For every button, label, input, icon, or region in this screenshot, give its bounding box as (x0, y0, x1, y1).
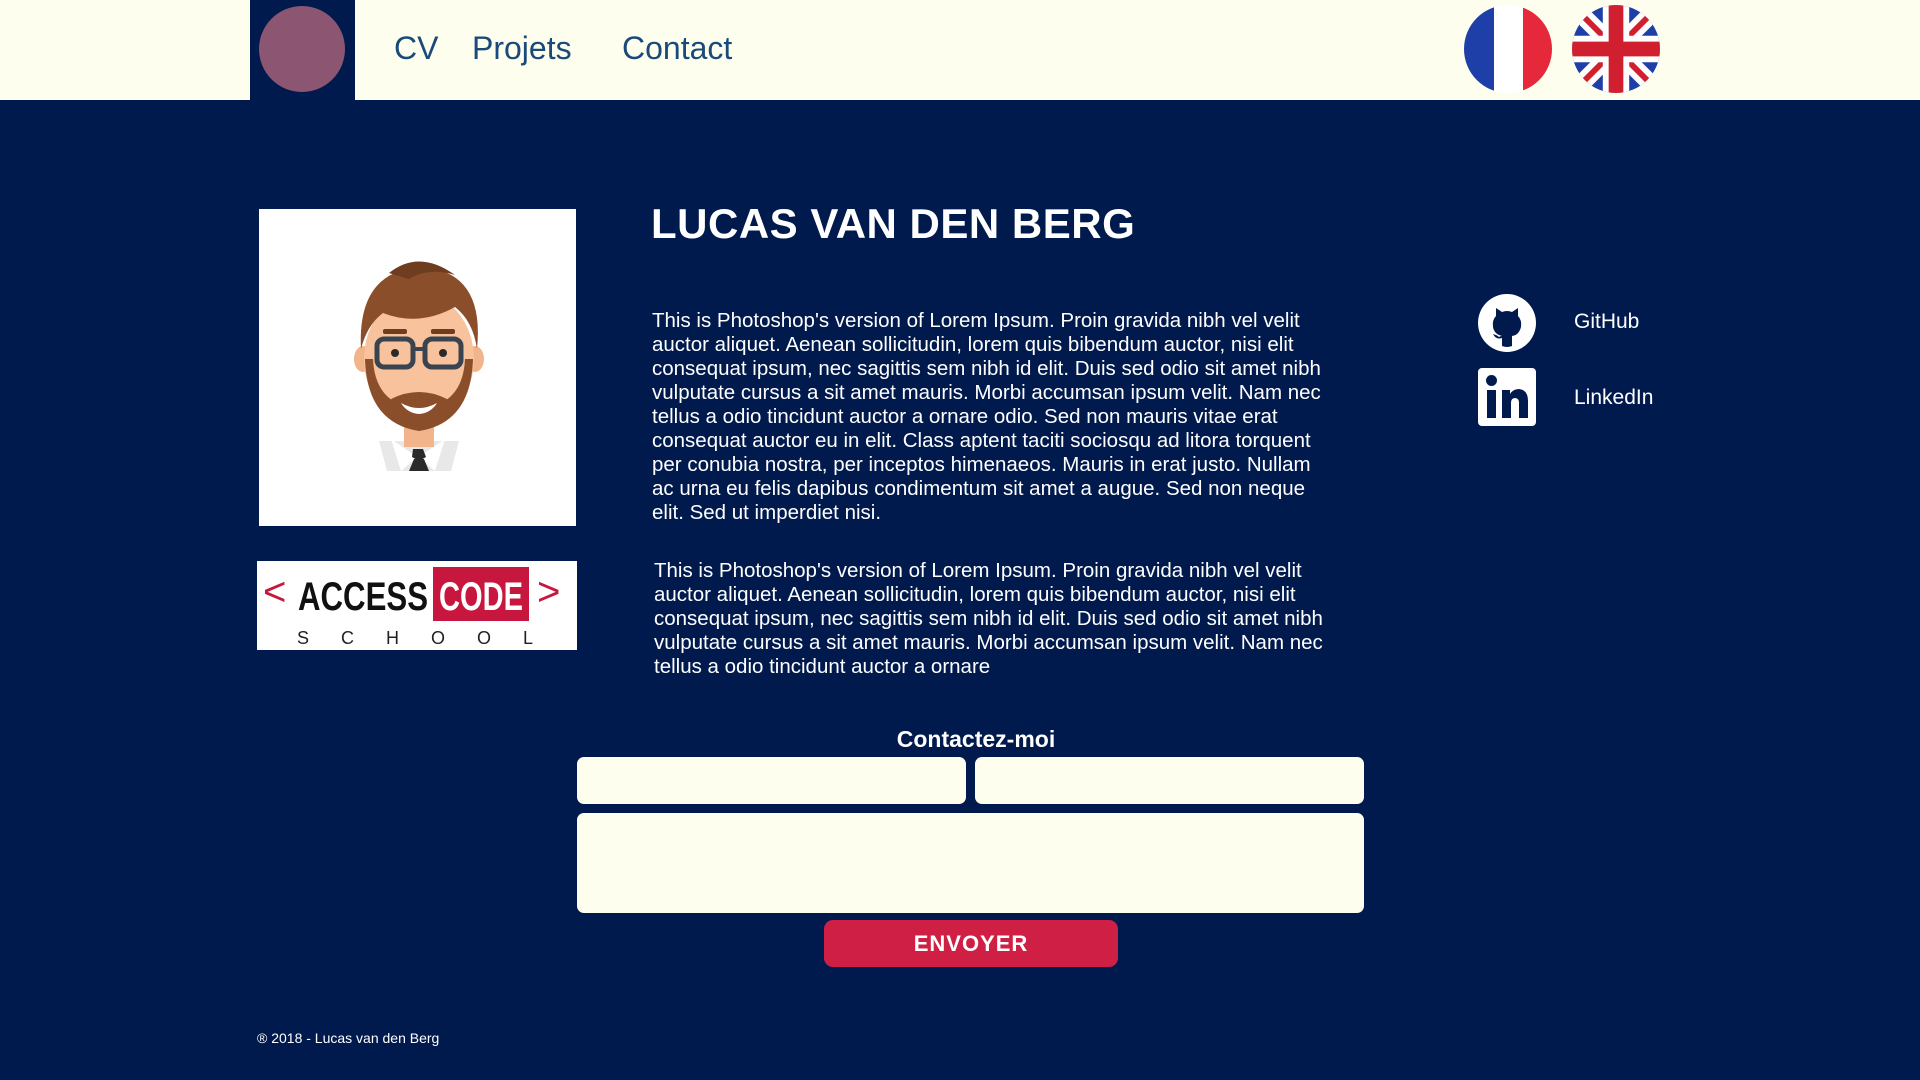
top-navbar: CV Projets Contact (0, 0, 1920, 100)
nav-item-projets[interactable]: Projets (472, 28, 572, 68)
linkedin-label: LinkedIn (1574, 386, 1654, 409)
logo-bracket-left: < (263, 570, 286, 614)
linkedin-link[interactable]: LinkedIn (1478, 368, 1718, 428)
logo-bracket-right: > (537, 570, 560, 614)
bio-paragraph-2: This is Photoshop's version of Lorem Ips… (654, 559, 1323, 678)
uk-flag-icon[interactable] (1572, 5, 1660, 93)
name-field[interactable] (577, 757, 966, 804)
email-field[interactable] (975, 757, 1364, 804)
github-label: GitHub (1574, 310, 1640, 333)
profile-avatar (259, 209, 576, 526)
logo-word-code: CODE (439, 575, 523, 619)
linkedin-icon (1478, 368, 1536, 426)
fr-flag-icon[interactable] (1464, 5, 1552, 93)
github-icon (1478, 294, 1536, 352)
message-field[interactable] (577, 813, 1364, 913)
logo-word-access: ACCESS (298, 575, 428, 619)
school-logo: < ACCESS CODE > S C H O O L (257, 561, 577, 650)
logo-circle (259, 6, 345, 92)
contact-title: Contactez-moi (896, 726, 1056, 752)
nav-item-cv[interactable]: CV (394, 28, 438, 68)
github-link[interactable]: GitHub (1478, 294, 1718, 354)
footer-copyright: ® 2018 - Lucas van den Berg (257, 1030, 440, 1046)
logo-word-school: S C H O O L (297, 628, 533, 648)
profile-name: LUCAS VAN DEN BERG (651, 200, 1136, 247)
site-logo[interactable] (250, 0, 355, 100)
nav-item-contact[interactable]: Contact (622, 28, 732, 68)
send-button[interactable]: ENVOYER (824, 920, 1118, 967)
avatar-illustration (354, 261, 484, 471)
bio-paragraph-1: This is Photoshop's version of Lorem Ips… (652, 309, 1321, 524)
